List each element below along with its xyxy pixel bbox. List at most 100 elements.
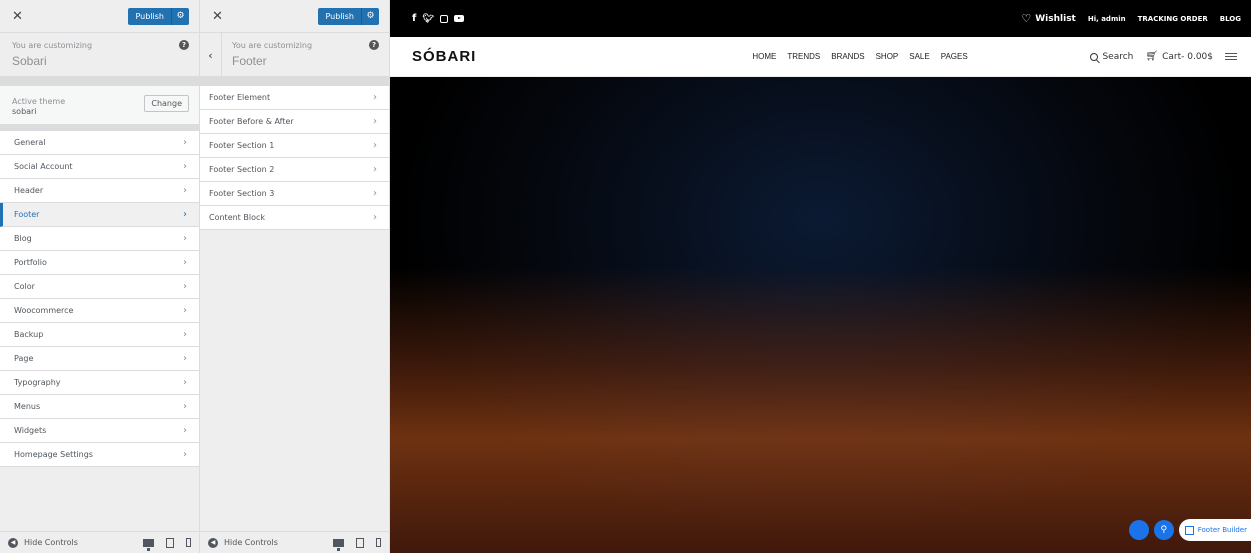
- chevron-right-icon: ›: [183, 353, 187, 364]
- hide-controls-button[interactable]: ◀ Hide Controls: [208, 537, 278, 548]
- publish-label[interactable]: Publish: [318, 8, 361, 25]
- sidebar-item-color[interactable]: Color ›: [0, 275, 199, 299]
- desktop-icon[interactable]: [143, 538, 154, 551]
- nav-item-pages[interactable]: PAGES: [941, 52, 968, 61]
- nav-item-brands[interactable]: BRANDS: [831, 52, 864, 61]
- footer-panel-item-footer-element[interactable]: Footer Element ›: [200, 86, 389, 110]
- footer-panel-item-footer-before-after[interactable]: Footer Before & After ›: [200, 110, 389, 134]
- publish-button[interactable]: Publish ⚙: [128, 7, 189, 25]
- gear-icon[interactable]: ⚙: [171, 7, 189, 25]
- footer-panel-item-footer-section-3[interactable]: Footer Section 3 ›: [200, 182, 389, 206]
- menu-item-label: Homepage Settings: [14, 450, 93, 459]
- chevron-right-icon: ›: [183, 305, 187, 316]
- hero-city-image: ⚲ Footer Builder: [390, 77, 1251, 553]
- header-actions: Search 🛒︎ Cart- 0.00$: [1090, 51, 1237, 62]
- hide-controls-button[interactable]: ◀ Hide Controls: [8, 537, 78, 548]
- chevron-right-icon: ›: [373, 140, 377, 151]
- chevron-right-icon: ›: [373, 212, 377, 223]
- instagram-icon[interactable]: [439, 14, 448, 23]
- chevron-right-icon: ›: [373, 164, 377, 175]
- footer-panel-item-content-block[interactable]: Content Block ›: [200, 206, 389, 230]
- panel2-footer-bar: ◀ Hide Controls: [200, 531, 389, 553]
- sidebar-item-header[interactable]: Header ›: [0, 179, 199, 203]
- blue-dot-button[interactable]: [1128, 520, 1149, 540]
- menu-item-label: Backup: [14, 330, 44, 339]
- menu-item-label: Portfolio: [14, 258, 47, 267]
- footer-panel-item-footer-section-2[interactable]: Footer Section 2 ›: [200, 158, 389, 182]
- sidebar-item-footer[interactable]: Footer ›: [0, 203, 199, 227]
- wishlist-link[interactable]: ♡ Wishlist: [1021, 12, 1075, 25]
- sidebar-item-widgets[interactable]: Widgets ›: [0, 419, 199, 443]
- greeting-link[interactable]: Hi, admin: [1088, 15, 1126, 23]
- chevron-right-icon: ›: [373, 116, 377, 127]
- help-icon[interactable]: ?: [369, 40, 379, 50]
- sidebar-item-menus[interactable]: Menus ›: [0, 395, 199, 419]
- nav-item-sale[interactable]: SALE: [909, 52, 929, 61]
- sidebar-item-page[interactable]: Page ›: [0, 347, 199, 371]
- customizing-header: You are customizing Sobari ?: [0, 33, 199, 77]
- mobile-icon[interactable]: [186, 538, 191, 547]
- help-icon[interactable]: ?: [179, 40, 189, 50]
- search-link[interactable]: Search: [1090, 52, 1133, 62]
- sidebar-item-portfolio[interactable]: Portfolio ›: [0, 251, 199, 275]
- device-preview-buttons: [333, 537, 381, 551]
- customizing-label: You are customizing: [12, 41, 93, 50]
- publish-label[interactable]: Publish: [128, 8, 171, 25]
- cart-link[interactable]: 🛒︎ Cart- 0.00$: [1145, 51, 1213, 62]
- menu-item-label: Footer Section 1: [209, 141, 275, 150]
- blog-link[interactable]: BLOG: [1220, 15, 1241, 23]
- customizing-label: You are customizing: [232, 41, 313, 50]
- desktop-icon[interactable]: [333, 538, 344, 551]
- sidebar-item-homepage-settings[interactable]: Homepage Settings ›: [0, 443, 199, 467]
- close-icon[interactable]: ✕: [12, 10, 23, 23]
- footer-builder-button[interactable]: Footer Builder: [1178, 519, 1251, 541]
- search-icon: [1090, 52, 1099, 61]
- customizing-header: ‹ You are customizing Footer ?: [200, 33, 389, 77]
- hide-controls-label: Hide Controls: [24, 538, 78, 547]
- sidebar-item-woocommerce[interactable]: Woocommerce ›: [0, 299, 199, 323]
- wishlist-label: Wishlist: [1035, 13, 1076, 24]
- mobile-icon[interactable]: [376, 538, 381, 547]
- cart-label: Cart- 0.00$: [1162, 51, 1213, 62]
- sidebar-item-backup[interactable]: Backup ›: [0, 323, 199, 347]
- sidebar-item-general[interactable]: General ›: [0, 131, 199, 155]
- footer-builder-label: Footer Builder: [1197, 526, 1247, 534]
- heart-icon: ♡: [1021, 12, 1032, 25]
- menu-item-label: Typography: [14, 378, 61, 387]
- menu-item-label: Footer Section 2: [209, 165, 275, 174]
- facebook-icon[interactable]: f: [412, 13, 416, 24]
- nav-item-shop[interactable]: SHOP: [876, 52, 899, 61]
- tablet-icon[interactable]: [356, 537, 364, 548]
- nav-item-home[interactable]: HOME: [752, 52, 776, 61]
- change-theme-button[interactable]: Change: [144, 95, 189, 112]
- tracking-order-link[interactable]: TRACKING ORDER: [1138, 15, 1208, 23]
- chevron-right-icon: ›: [183, 185, 187, 196]
- menu-item-label: Footer: [14, 210, 40, 219]
- chevron-right-icon: ›: [183, 449, 187, 460]
- youtube-icon[interactable]: [453, 15, 464, 22]
- builder-icon[interactable]: ⚲: [1153, 520, 1174, 540]
- hide-controls-icon: ◀: [208, 537, 218, 548]
- divider: [0, 124, 199, 131]
- twitter-icon[interactable]: 🐦︎: [422, 14, 433, 24]
- back-icon[interactable]: ‹: [200, 33, 222, 77]
- section-name: Footer: [232, 54, 267, 68]
- device-preview-buttons: [143, 537, 191, 551]
- tablet-icon[interactable]: [166, 537, 174, 548]
- footer-panel-item-footer-section-1[interactable]: Footer Section 1 ›: [200, 134, 389, 158]
- gear-icon[interactable]: ⚙: [361, 7, 379, 25]
- sidebar-item-blog[interactable]: Blog ›: [0, 227, 199, 251]
- hamburger-menu-icon[interactable]: [1225, 53, 1237, 60]
- site-logo[interactable]: SÓBARI: [412, 48, 476, 65]
- close-icon[interactable]: ✕: [212, 10, 223, 23]
- menu-item-label: Content Block: [209, 213, 265, 222]
- sidebar-item-typography[interactable]: Typography ›: [0, 371, 199, 395]
- nav-item-trends[interactable]: TRENDS: [787, 52, 820, 61]
- chevron-right-icon: ›: [373, 92, 377, 103]
- search-label: Search: [1102, 51, 1134, 62]
- sidebar-item-social-account[interactable]: Social Account ›: [0, 155, 199, 179]
- preview-topbar: f 🐦︎ ♡ Wishlist Hi, admin TRACKING ORDER…: [390, 0, 1251, 37]
- chevron-right-icon: ›: [183, 329, 187, 340]
- menu-item-label: Color: [14, 282, 35, 291]
- publish-button[interactable]: Publish ⚙: [318, 7, 379, 25]
